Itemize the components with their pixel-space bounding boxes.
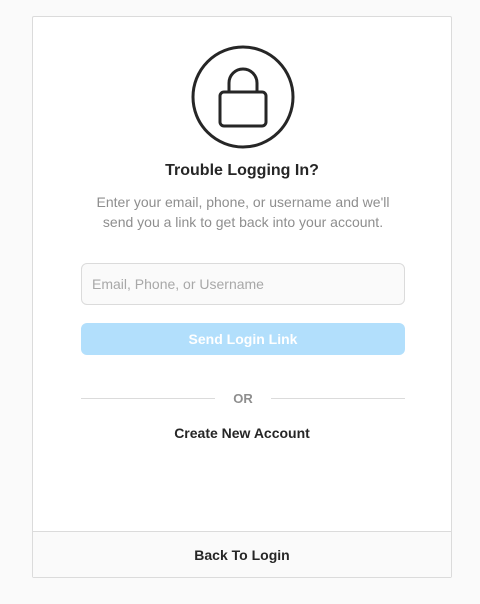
back-to-login-label: Back To Login [194, 546, 290, 563]
identifier-input[interactable] [81, 263, 405, 305]
create-account-link[interactable]: Create New Account [33, 425, 451, 441]
send-login-link-button[interactable]: Send Login Link [81, 323, 405, 355]
lock-icon [191, 45, 295, 149]
reset-password-card: Trouble Logging In? Enter your email, ph… [32, 16, 452, 578]
or-label: OR [233, 390, 253, 406]
instructions-text: Enter your email, phone, or username and… [96, 194, 390, 230]
divider-line-right [270, 397, 405, 399]
divider-line-left [81, 397, 216, 399]
back-to-login-button[interactable]: Back To Login [33, 531, 451, 577]
or-divider: OR [81, 389, 405, 407]
page-title: Trouble Logging In? [165, 162, 319, 179]
